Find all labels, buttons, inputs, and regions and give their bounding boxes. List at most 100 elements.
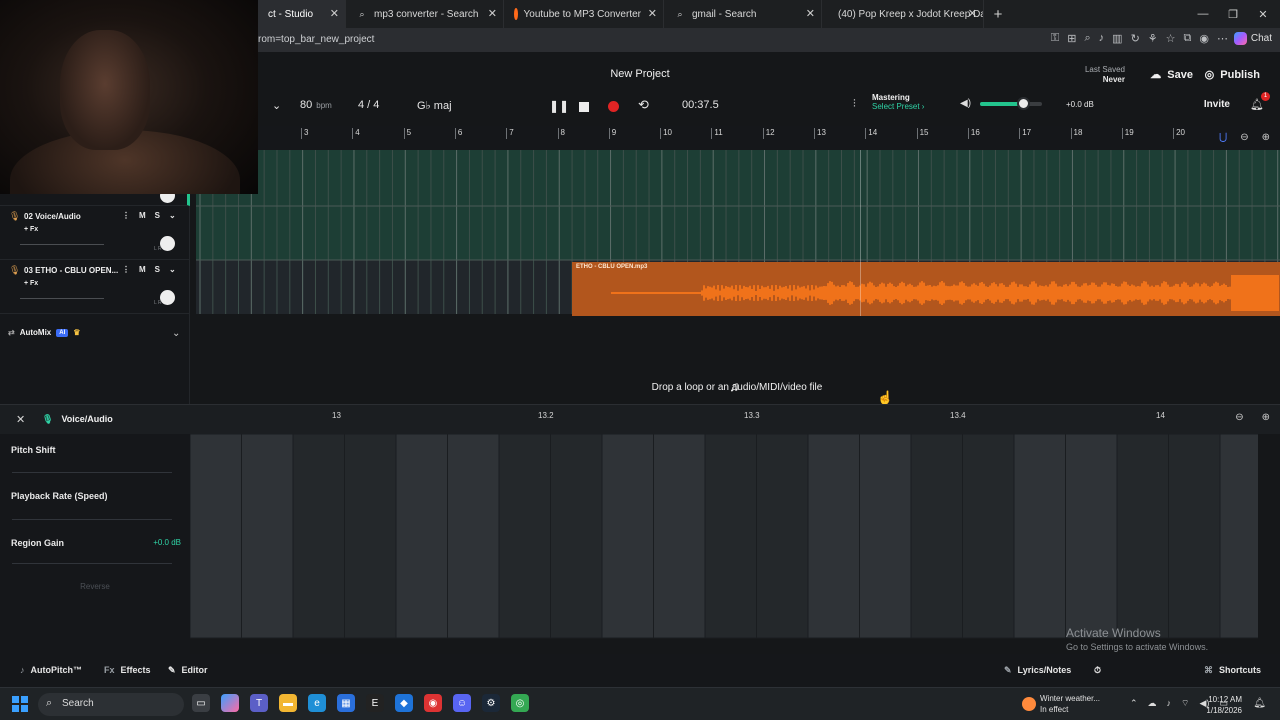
solo-button[interactable]: S bbox=[155, 265, 160, 274]
taskbar-search[interactable]: ⌕ Search bbox=[38, 693, 184, 716]
tab-youtube-video[interactable]: (40) Pop Kreep x Jodot Kreep Dark ✕ bbox=[822, 0, 984, 28]
shortcuts-button[interactable]: ⌘ Shortcuts bbox=[1204, 665, 1261, 676]
ruler-bar-4[interactable]: 4 bbox=[351, 128, 360, 139]
chevron-down-icon[interactable]: ⌄ bbox=[272, 99, 281, 112]
antivirus-icon[interactable]: ◉ bbox=[424, 694, 442, 712]
chevron-up-icon[interactable]: ⌃ bbox=[1130, 698, 1138, 709]
url-field[interactable]: rom=top_bar_new_project bbox=[258, 34, 374, 45]
profile-icon[interactable]: ◉ bbox=[1199, 32, 1209, 45]
close-icon[interactable]: ✕ bbox=[330, 7, 339, 20]
key-icon[interactable]: ⚿ bbox=[1051, 32, 1059, 45]
taskbar-clock[interactable]: 10:12 AM 1/18/2026 bbox=[1206, 694, 1242, 716]
magnet-icon[interactable]: ⋃ bbox=[1219, 132, 1227, 143]
invite-button[interactable]: Invite bbox=[1204, 99, 1230, 110]
editor-ruler-tick[interactable]: 13.4 bbox=[950, 411, 966, 420]
speaker-icon[interactable]: ◀) bbox=[960, 98, 971, 109]
add-fx-button[interactable]: + Fx bbox=[24, 226, 38, 233]
new-tab-icon[interactable]: + bbox=[984, 0, 1012, 28]
playhead[interactable] bbox=[860, 150, 861, 316]
more-icon[interactable]: ⋯ bbox=[1217, 32, 1228, 45]
minimize-icon[interactable]: — bbox=[1188, 0, 1218, 28]
playback-rate-slider[interactable] bbox=[12, 519, 172, 520]
track-name[interactable]: 03 ETHO - CBLU OPEN... bbox=[24, 266, 120, 275]
editor-ruler-tick[interactable]: 13.2 bbox=[538, 411, 554, 420]
chevron-down-icon[interactable]: ⌄ bbox=[172, 328, 180, 339]
restore-icon[interactable]: ❐ bbox=[1218, 0, 1248, 28]
copilot-icon[interactable] bbox=[221, 694, 239, 712]
autopitch-button[interactable]: ♪ AutoPitch™ bbox=[20, 665, 82, 675]
mic-icon[interactable]: ♪ bbox=[1167, 698, 1172, 709]
chevron-down-icon[interactable]: ⌄ bbox=[169, 211, 176, 220]
track-header-etho[interactable]: 🎙︎ 03 ETHO - CBLU OPEN... + Fx ⋮ M S ⌄ L… bbox=[0, 260, 190, 314]
zoom-icon[interactable]: ⌕ bbox=[1084, 32, 1090, 45]
ruler-bar-8[interactable]: 8 bbox=[557, 128, 565, 139]
wifi-icon[interactable]: ⌔ bbox=[1181, 698, 1189, 709]
ruler-bar-20[interactable]: 20 bbox=[1173, 128, 1185, 139]
steam-icon[interactable]: ⚙ bbox=[482, 694, 500, 712]
editor-ruler-tick[interactable]: 13 bbox=[332, 411, 341, 420]
zoom-in-icon[interactable]: ⊕ bbox=[1262, 412, 1270, 423]
ruler-bar-13[interactable]: 13 bbox=[814, 128, 826, 139]
mastering-button[interactable]: Mastering Select Preset › bbox=[872, 93, 924, 111]
track-volume-slider[interactable] bbox=[20, 298, 104, 299]
ruler-bar-15[interactable]: 15 bbox=[916, 128, 929, 139]
close-icon[interactable]: ✕ bbox=[488, 7, 497, 20]
ruler-bar-19[interactable]: 19 bbox=[1121, 128, 1134, 139]
collections-icon[interactable]: ⧉ bbox=[1184, 32, 1192, 45]
weather-widget[interactable]: Winter weather... In effect bbox=[1022, 693, 1100, 717]
ruler-bar-17[interactable]: 17 bbox=[1019, 128, 1031, 139]
tracks-area[interactable] bbox=[196, 150, 1280, 368]
ruler-bar-9[interactable]: 9 bbox=[608, 128, 616, 139]
ruler-bar-6[interactable]: 6 bbox=[454, 128, 462, 139]
metronome-icon[interactable]: ⏱ bbox=[1094, 665, 1101, 676]
timeline-ruler[interactable]: 3 4 5 6 7 8 9 10 11 12 13 14 15 16 17 18 19 20 bbox=[196, 126, 1280, 150]
ruler-bar-18[interactable]: 18 bbox=[1070, 128, 1082, 139]
audio-region-etho[interactable]: ETHO - CBLU OPEN.mp3 bbox=[572, 262, 1280, 316]
drop-message[interactable]: Drop a loop or an audio/MIDI/video file bbox=[0, 382, 1280, 393]
app-icon[interactable]: ⊞ bbox=[1067, 32, 1076, 45]
tab-studio[interactable]: ct - Studio ✕ bbox=[258, 0, 346, 28]
ruler-bar-3[interactable]: 3 bbox=[300, 128, 308, 139]
reader-icon[interactable]: ▥ bbox=[1112, 32, 1122, 45]
pause-icon[interactable]: ❚❚ bbox=[549, 99, 569, 113]
editor-button[interactable]: ✎ Editor bbox=[168, 665, 208, 676]
epic-games-icon[interactable]: E bbox=[366, 694, 384, 712]
region-gain-slider[interactable] bbox=[12, 563, 172, 564]
discord-icon[interactable]: ☺ bbox=[453, 694, 471, 712]
close-icon[interactable]: ✕ bbox=[806, 7, 815, 20]
ruler-bar-12[interactable]: 12 bbox=[762, 128, 775, 139]
tab-youtube-converter[interactable]: Youtube to MP3 Converter ✕ bbox=[504, 0, 664, 28]
zoom-in-icon[interactable]: ⊕ bbox=[1262, 132, 1270, 143]
close-icon[interactable]: ✕ bbox=[16, 413, 25, 426]
stop-button[interactable] bbox=[579, 102, 589, 115]
close-icon[interactable]: ✕ bbox=[648, 7, 657, 20]
close-icon[interactable]: ✕ bbox=[968, 7, 977, 20]
zoom-out-icon[interactable]: ⊖ bbox=[1240, 132, 1248, 143]
cloud-icon[interactable]: ☁ bbox=[1148, 698, 1157, 709]
close-window-icon[interactable]: ✕ bbox=[1248, 0, 1278, 28]
copilot-button[interactable]: Chat bbox=[1233, 32, 1272, 45]
key-signature[interactable]: G♭ maj bbox=[417, 99, 452, 112]
ruler-bar-5[interactable]: 5 bbox=[403, 128, 411, 139]
chrome-icon[interactable]: ◎ bbox=[511, 694, 529, 712]
tab-gmail-search[interactable]: ⌕ gmail - Search ✕ bbox=[664, 0, 822, 28]
save-button[interactable]: ☁ Save bbox=[1150, 68, 1193, 82]
pan-knob[interactable] bbox=[160, 290, 175, 305]
windows-start-icon[interactable] bbox=[12, 696, 28, 712]
mute-button[interactable]: M bbox=[139, 265, 146, 274]
loop-icon[interactable]: ⟲ bbox=[638, 97, 649, 113]
zoom-out-icon[interactable]: ⊖ bbox=[1235, 412, 1243, 423]
tab-mp3-search[interactable]: ⌕ mp3 converter - Search ✕ bbox=[346, 0, 504, 28]
time-signature[interactable]: 4 / 4 bbox=[358, 99, 379, 111]
mic-icon[interactable]: ♪ bbox=[1099, 32, 1105, 45]
solo-button[interactable]: S bbox=[155, 211, 160, 220]
ruler-bar-10[interactable]: 10 bbox=[660, 128, 672, 139]
track-header-voice[interactable]: 🎙︎ 02 Voice/Audio + Fx ⋮ M S ⌄ L R bbox=[0, 206, 190, 260]
track-name[interactable]: 02 Voice/Audio bbox=[24, 212, 120, 221]
task-view-icon[interactable]: ▭ bbox=[192, 694, 210, 712]
effects-button[interactable]: Fx Effects bbox=[104, 665, 151, 675]
reverse-button[interactable]: Reverse bbox=[0, 582, 190, 591]
ruler-bar-7[interactable]: 7 bbox=[505, 128, 514, 139]
ruler-bar-11[interactable]: 11 bbox=[711, 128, 723, 139]
ruler-bar-16[interactable]: 16 bbox=[967, 128, 980, 139]
